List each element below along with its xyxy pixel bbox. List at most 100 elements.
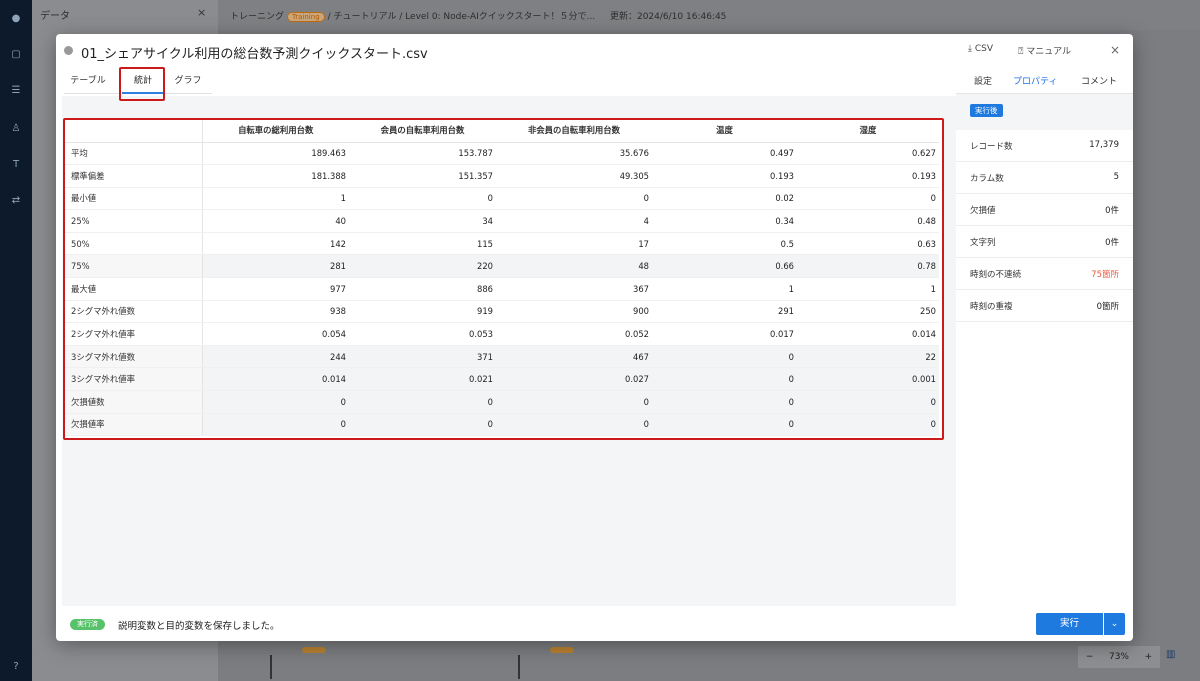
table-cell: 115 <box>349 232 496 256</box>
side-tab-properties[interactable]: プロパティ <box>1013 74 1057 87</box>
row-label: 3シグマ外れ値率 <box>63 367 203 392</box>
table-cell: 0.052 <box>496 322 652 346</box>
zoom-in-button[interactable]: + <box>1145 652 1153 662</box>
file-icon[interactable]: ▢ <box>9 48 23 62</box>
table-row: 最大値 977 886 367 1 1 <box>63 277 939 301</box>
after-run-badge: 実行後 <box>970 104 1003 117</box>
table-cell: 220 <box>349 254 496 279</box>
table-cell: 0 <box>797 187 939 211</box>
table-cell: 34 <box>349 209 496 233</box>
table-cell: 49.305 <box>496 164 652 188</box>
flow-icon[interactable]: ⇄ <box>9 194 23 208</box>
table-cell: 938 <box>202 300 349 324</box>
help-icon[interactable]: ? <box>9 660 23 674</box>
row-label: 2シグマ外れ値数 <box>63 300 203 324</box>
column-header <box>63 118 203 143</box>
table-cell: 0 <box>797 390 939 414</box>
training-badge: Training <box>287 12 325 22</box>
tab-graph[interactable]: グラフ <box>172 70 204 94</box>
status-dot-icon <box>64 46 73 55</box>
table-cell: 0.014 <box>202 367 349 392</box>
table-cell: 0.5 <box>652 232 797 256</box>
table-cell: 0.627 <box>797 142 939 166</box>
data-preview-modal: 01_シェアサイクル利用の総台数予測クイックスタート.csv ⤓ CSV ⍰ マ… <box>56 34 1133 641</box>
breadcrumb-path[interactable]: / チュートリアル / Level 0: Node-AIクイックスタート！５分で… <box>328 12 595 22</box>
data-panel-close-icon[interactable]: × <box>197 6 206 19</box>
property-row: カラム数 5 <box>956 162 1133 194</box>
property-row: レコード数 17,379 <box>956 130 1133 162</box>
property-label: 時刻の重複 <box>970 302 1013 312</box>
tab-statistics[interactable]: 統計 <box>122 70 164 94</box>
table-cell: 367 <box>496 277 652 301</box>
table-cell: 153.787 <box>349 142 496 166</box>
property-value: 0箇所 <box>1096 302 1119 312</box>
zoom-level: 73% <box>1108 652 1129 662</box>
view-tabs: テーブル 統計 グラフ <box>64 70 212 94</box>
side-tabs: 設定 プロパティ コメント <box>956 68 1133 94</box>
table-cell: 48 <box>496 254 652 279</box>
property-label: 文字列 <box>970 238 996 248</box>
status-message: 説明変数と目的変数を保存しました。 <box>118 621 280 632</box>
node-tag <box>302 647 326 653</box>
table-cell: 0 <box>202 413 349 437</box>
table-cell: 0 <box>652 413 797 437</box>
database-icon[interactable]: ☰ <box>9 84 23 98</box>
table-cell: 0.017 <box>652 322 797 346</box>
user-icon[interactable]: ♙ <box>9 122 23 136</box>
property-value: 0件 <box>1105 238 1119 248</box>
table-cell: 467 <box>496 345 652 369</box>
side-tab-settings[interactable]: 設定 <box>974 74 992 87</box>
table-row: 2シグマ外れ値数 938 919 900 291 250 <box>63 300 939 324</box>
data-panel-title: データ <box>40 11 70 22</box>
minimap-icon[interactable]: ▥ <box>1166 649 1175 660</box>
table-cell: 371 <box>349 345 496 369</box>
app-logo-icon[interactable]: ● <box>9 12 23 26</box>
table-cell: 281 <box>202 254 349 279</box>
modal-close-icon[interactable]: × <box>1110 43 1120 57</box>
row-label: 25% <box>63 209 203 233</box>
download-icon: ⤓ <box>968 44 975 54</box>
table-cell: 0 <box>496 413 652 437</box>
table-row: 2シグマ外れ値率 0.054 0.053 0.052 0.017 0.014 <box>63 322 939 346</box>
modal-title: 01_シェアサイクル利用の総台数予測クイックスタート.csv <box>81 47 428 62</box>
csv-download-label: CSV <box>974 44 993 54</box>
manual-button[interactable]: ⍰ マニュアル <box>1018 44 1071 57</box>
text-icon[interactable]: T <box>9 158 23 172</box>
table-cell: 886 <box>349 277 496 301</box>
row-label: 最小値 <box>63 187 203 211</box>
csv-download-button[interactable]: ⤓ CSV <box>968 44 993 54</box>
table-cell: 0 <box>202 390 349 414</box>
column-header: 温度 <box>652 118 797 143</box>
row-label: 最大値 <box>63 277 203 301</box>
breadcrumb-training[interactable]: トレーニング <box>230 12 284 22</box>
zoom-out-button[interactable]: − <box>1086 652 1094 662</box>
row-label: 2シグマ外れ値率 <box>63 322 203 346</box>
property-row: 時刻の不連続 75箇所 <box>956 258 1133 290</box>
table-cell: 0.63 <box>797 232 939 256</box>
node-connector <box>270 655 272 679</box>
table-cell: 0 <box>349 390 496 414</box>
table-cell: 0 <box>652 390 797 414</box>
property-value: 5 <box>1113 172 1119 182</box>
table-cell: 0.34 <box>652 209 797 233</box>
table-header-row: 自転車の総利用台数 会員の自転車利用台数 非会員の自転車利用台数 温度 湿度 <box>63 118 939 143</box>
run-button[interactable]: 実行 <box>1036 613 1103 635</box>
table-cell: 181.388 <box>202 164 349 188</box>
statistics-table: 自転車の総利用台数 会員の自転車利用台数 非会員の自転車利用台数 温度 湿度 平… <box>63 118 939 437</box>
table-cell: 977 <box>202 277 349 301</box>
table-cell: 250 <box>797 300 939 324</box>
property-label: 時刻の不連続 <box>970 270 1022 280</box>
run-options-chevron-icon[interactable]: ⌄ <box>1104 613 1125 635</box>
table-row: 25% 40 34 4 0.34 0.48 <box>63 209 939 233</box>
side-tab-comments[interactable]: コメント <box>1081 74 1117 87</box>
table-cell: 1 <box>202 187 349 211</box>
table-cell: 0.053 <box>349 322 496 346</box>
table-cell: 0.48 <box>797 209 939 233</box>
executed-badge: 実行済 <box>70 619 105 630</box>
table-cell: 0.78 <box>797 254 939 279</box>
property-value[interactable]: 75箇所 <box>1091 268 1119 280</box>
property-label: カラム数 <box>970 174 1004 184</box>
table-row: 最小値 1 0 0 0.02 0 <box>63 187 939 211</box>
row-label: 75% <box>63 254 203 279</box>
tab-table[interactable]: テーブル <box>68 70 108 94</box>
